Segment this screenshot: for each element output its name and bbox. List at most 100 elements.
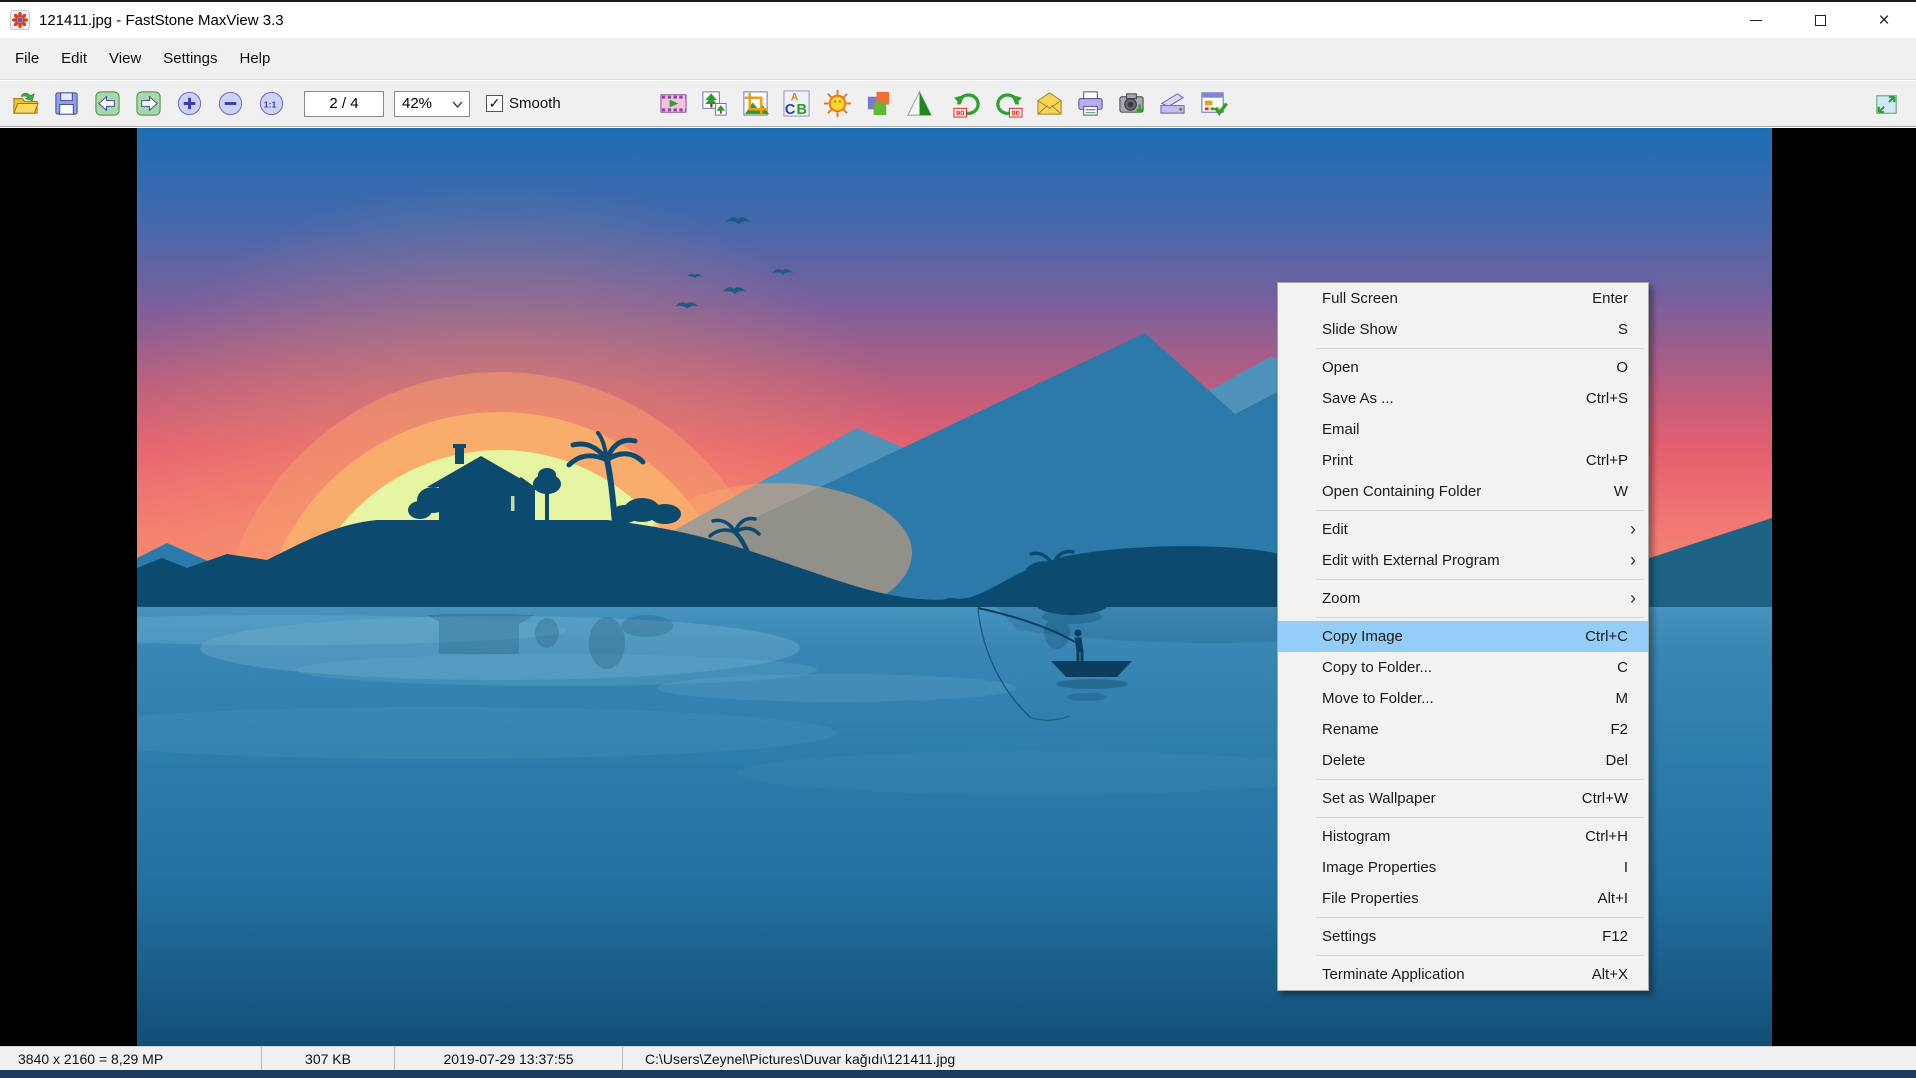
menu-item-label: File Properties <box>1322 890 1598 907</box>
menu-separator <box>1316 817 1644 818</box>
context-menu-item-edit-with-external-program[interactable]: Edit with External Program› <box>1278 545 1648 576</box>
context-menu-item-file-properties[interactable]: File PropertiesAlt+I <box>1278 883 1648 914</box>
status-file-path: C:\Users\Zeynel\Pictures\Duvar kağıdı\12… <box>623 1047 1916 1070</box>
rotate-right-icon: 90 <box>994 89 1023 118</box>
menu-file[interactable]: File <box>4 38 50 79</box>
printer-icon <box>1076 89 1105 118</box>
menu-item-shortcut: Ctrl+S <box>1586 390 1628 407</box>
context-menu-item-move-to-folder[interactable]: Move to Folder...M <box>1278 683 1648 714</box>
menu-item-label: Copy to Folder... <box>1322 659 1617 676</box>
rotate-left-button[interactable]: 90 <box>951 87 985 121</box>
menu-item-shortcut: Ctrl+C <box>1585 628 1628 645</box>
print-button[interactable] <box>1074 87 1108 121</box>
context-menu-item-terminate-application[interactable]: Terminate ApplicationAlt+X <box>1278 959 1648 990</box>
menu-item-shortcut: Ctrl+W <box>1582 790 1628 807</box>
maximize-button[interactable] <box>1788 2 1852 38</box>
context-menu-item-save-as[interactable]: Save As ...Ctrl+S <box>1278 383 1648 414</box>
context-menu-item-copy-to-folder[interactable]: Copy to Folder...C <box>1278 652 1648 683</box>
zoom-out-button[interactable] <box>213 87 247 121</box>
minimize-button[interactable] <box>1724 2 1788 38</box>
menu-view[interactable]: View <box>98 38 152 79</box>
actual-size-button[interactable]: 1:1 <box>254 87 288 121</box>
context-menu-item-delete[interactable]: DeleteDel <box>1278 745 1648 776</box>
slideshow-button[interactable] <box>657 87 691 121</box>
window-controls: × <box>1724 2 1916 38</box>
smooth-checkbox[interactable]: ✓ <box>486 95 503 112</box>
context-menu: Full ScreenEnterSlide ShowSOpenOSave As … <box>1277 282 1649 991</box>
status-dimensions: 3840 x 2160 = 8,29 MP <box>0 1047 262 1070</box>
menu-separator <box>1316 579 1644 580</box>
colors-icon <box>864 89 893 118</box>
menu-edit[interactable]: Edit <box>50 38 98 79</box>
save-button[interactable] <box>49 87 83 121</box>
context-menu-item-set-as-wallpaper[interactable]: Set as WallpaperCtrl+W <box>1278 783 1648 814</box>
crop-button[interactable] <box>739 87 773 121</box>
zoom-select[interactable]: 42% <box>394 91 470 117</box>
menu-item-label: Settings <box>1322 928 1602 945</box>
rotate-left-icon: 90 <box>953 89 982 118</box>
settings-button[interactable] <box>1197 87 1231 121</box>
context-menu-item-email[interactable]: Email <box>1278 414 1648 445</box>
colors-button[interactable] <box>862 87 896 121</box>
svg-text:B: B <box>797 102 807 118</box>
sun-icon <box>823 89 852 118</box>
color-adjust-button[interactable]: A C B <box>780 87 814 121</box>
resize-button[interactable] <box>698 87 732 121</box>
image-viewer[interactable]: Full ScreenEnterSlide ShowSOpenOSave As … <box>0 128 1916 1046</box>
app-icon <box>10 10 30 30</box>
context-menu-item-print[interactable]: PrintCtrl+P <box>1278 445 1648 476</box>
context-menu-item-slide-show[interactable]: Slide ShowS <box>1278 314 1648 345</box>
previous-image-button[interactable] <box>90 87 124 121</box>
minimize-icon <box>1750 20 1762 21</box>
zoom-in-button[interactable] <box>172 87 206 121</box>
titlebar: 121411.jpg - FastStone MaxView 3.3 × <box>0 2 1916 38</box>
actual-size-icon: 1:1 <box>257 89 286 118</box>
svg-text:C: C <box>785 102 796 118</box>
brightness-button[interactable] <box>821 87 855 121</box>
scan-button[interactable] <box>1156 87 1190 121</box>
menu-item-label: Full Screen <box>1322 290 1592 307</box>
context-menu-item-settings[interactable]: SettingsF12 <box>1278 921 1648 952</box>
context-menu-item-zoom[interactable]: Zoom› <box>1278 583 1648 614</box>
menu-item-shortcut: S <box>1618 321 1628 338</box>
context-menu-item-open[interactable]: OpenO <box>1278 352 1648 383</box>
next-image-button[interactable] <box>131 87 165 121</box>
toolbar: 1:1 2 / 4 42% ✓ Smooth <box>0 81 1916 127</box>
menu-help[interactable]: Help <box>228 38 281 79</box>
menu-item-label: Email <box>1322 421 1628 438</box>
menu-settings[interactable]: Settings <box>152 38 228 79</box>
menu-separator <box>1316 779 1644 780</box>
menu-item-shortcut: F2 <box>1610 721 1628 738</box>
email-button[interactable] <box>1033 87 1067 121</box>
page-indicator[interactable]: 2 / 4 <box>304 91 384 117</box>
context-menu-item-open-containing-folder[interactable]: Open Containing FolderW <box>1278 476 1648 507</box>
context-menu-item-rename[interactable]: RenameF2 <box>1278 714 1648 745</box>
slideshow-icon <box>659 89 688 118</box>
menu-item-label: Rename <box>1322 721 1610 738</box>
page-indicator-value: 2 / 4 <box>329 95 358 112</box>
context-menu-item-copy-image[interactable]: Copy ImageCtrl+C <box>1278 621 1648 652</box>
menu-item-label: Histogram <box>1322 828 1585 845</box>
fullscreen-button[interactable] <box>1869 87 1903 121</box>
menu-separator <box>1316 617 1644 618</box>
menu-separator <box>1316 955 1644 956</box>
context-menu-item-image-properties[interactable]: Image PropertiesI <box>1278 852 1648 883</box>
menu-item-label: Edit with External Program <box>1322 552 1630 569</box>
open-button[interactable] <box>8 87 42 121</box>
screen-capture-button[interactable] <box>1115 87 1149 121</box>
menu-item-label: Open <box>1322 359 1616 376</box>
menu-item-label: Set as Wallpaper <box>1322 790 1582 807</box>
menu-item-shortcut: Enter <box>1592 290 1628 307</box>
context-menu-item-histogram[interactable]: HistogramCtrl+H <box>1278 821 1648 852</box>
menu-item-label: Slide Show <box>1322 321 1618 338</box>
context-menu-item-full-screen[interactable]: Full ScreenEnter <box>1278 283 1648 314</box>
menu-item-shortcut: Alt+X <box>1592 966 1628 983</box>
smooth-label: Smooth <box>509 95 561 112</box>
context-menu-item-edit[interactable]: Edit› <box>1278 514 1648 545</box>
sharpen-button[interactable] <box>903 87 937 121</box>
camera-icon <box>1117 89 1146 118</box>
rotate-right-button[interactable]: 90 <box>992 87 1026 121</box>
close-button[interactable]: × <box>1852 2 1916 38</box>
menu-item-shortcut: Ctrl+H <box>1585 828 1628 845</box>
status-file-size: 307 KB <box>262 1047 395 1070</box>
